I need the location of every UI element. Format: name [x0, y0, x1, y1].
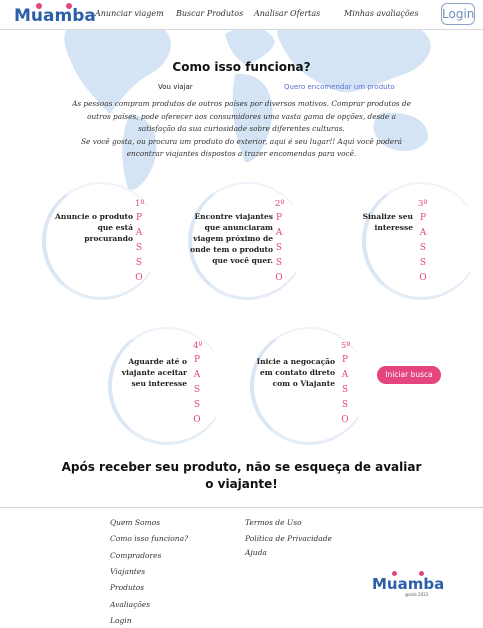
footer-link-produtos[interactable]: Produtos — [110, 583, 144, 592]
step-3-passo: PASSO — [419, 213, 427, 283]
step-1-text: Anuncie o produto que está procurando — [55, 212, 133, 243]
footer-divider — [0, 507, 483, 508]
footer-link-termos[interactable]: Termos de Uso — [245, 518, 302, 527]
step-2-text: Encontre viajantes que anunciaram viagem… — [190, 212, 273, 265]
tab-quero-encomendar[interactable]: Quero encomendar um produto — [284, 83, 395, 91]
pin-icon — [66, 3, 72, 9]
step-3-text: Sinalize seu interesse — [362, 212, 413, 232]
copyright-text: @size 2023 — [405, 592, 429, 597]
review-reminder: Após receber seu produto, não se esqueça… — [61, 460, 422, 491]
footer-link-viajantes[interactable]: Viajantes — [110, 567, 145, 576]
start-search-button[interactable]: Iniciar busca — [377, 366, 441, 384]
top-nav-bar: Muamba Anunciar viagem Buscar Produtos A… — [0, 0, 483, 30]
footer-link-como-funciona[interactable]: Como isso funciona? — [110, 534, 188, 543]
step-4-text: Aguarde até o viajante aceitar seu inter… — [121, 357, 187, 388]
nav-analisar-ofertas[interactable]: Analisar Ofertas — [254, 9, 320, 18]
page-title: Como isso funciona? — [172, 60, 311, 74]
step-1-passo: PASSO — [135, 213, 143, 283]
tab-vou-viajar[interactable]: Vou viajar — [158, 83, 193, 91]
footer-link-privacidade[interactable]: Política de Privacidade — [245, 534, 332, 543]
footer-link-compradores[interactable]: Compradores — [110, 551, 161, 560]
footer-link-avaliacoes[interactable]: Avaliações — [110, 600, 150, 609]
step-1-number: 1º — [135, 199, 145, 209]
pin-icon — [36, 3, 42, 9]
step-5-text: Inicie a negocação em contato direto com… — [256, 357, 335, 388]
intro-text: As pessoas compram produtos de outros pa… — [72, 99, 411, 158]
step-4-number: 4º — [193, 341, 203, 351]
brand-logo[interactable]: Muamba — [14, 3, 96, 26]
step-2-number: 2º — [275, 199, 285, 209]
nav-anunciar-viagem[interactable]: Anunciar viagem — [95, 9, 164, 18]
nav-minhas-avaliacoes[interactable]: Minhas avaliações — [344, 9, 419, 18]
pin-icon — [392, 571, 397, 576]
step-4-passo: PASSO — [193, 355, 201, 425]
step-5-number: 5º — [341, 341, 351, 351]
footer-link-quem-somos[interactable]: Quem Somos — [110, 518, 160, 527]
nav-buscar-produtos[interactable]: Buscar Produtos — [176, 9, 243, 18]
step-2-passo: PASSO — [275, 213, 283, 283]
footer-link-login[interactable]: Login — [110, 616, 132, 625]
login-button[interactable]: Login — [441, 3, 475, 25]
step-3-number: 3º — [418, 199, 428, 209]
step-5-passo: PASSO — [341, 355, 349, 425]
pin-icon — [419, 571, 424, 576]
footer-logo: Muamba — [372, 571, 444, 593]
footer-link-ajuda[interactable]: Ajuda — [245, 548, 267, 557]
